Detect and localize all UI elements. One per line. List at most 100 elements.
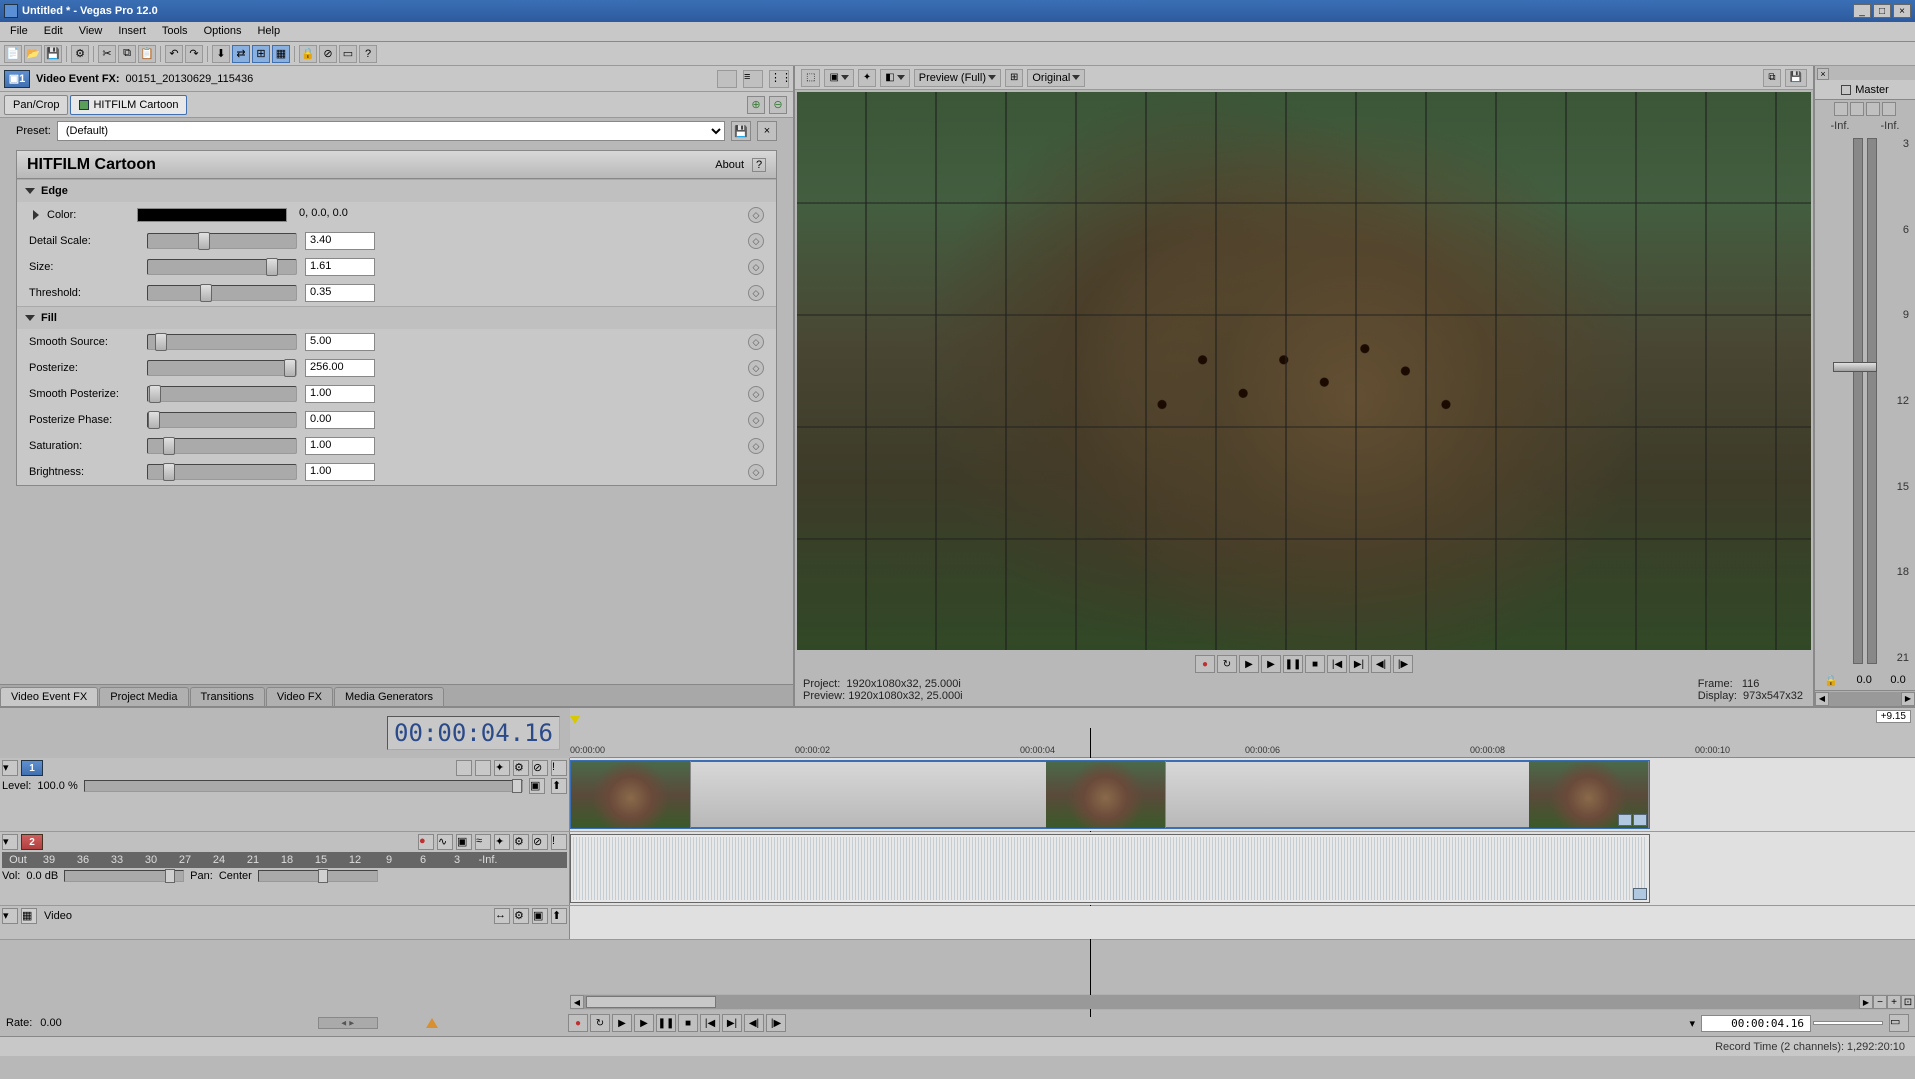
properties-button[interactable]: ⚙ (71, 45, 89, 63)
keyframe-icon[interactable]: ◇ (748, 386, 764, 402)
menu-view[interactable]: View (71, 22, 111, 41)
minimize-button[interactable]: _ (1853, 4, 1871, 18)
tab-media-generators[interactable]: Media Generators (334, 687, 444, 707)
track-3-lane[interactable] (570, 906, 1915, 939)
clip-fx-icon[interactable] (1633, 814, 1647, 826)
play-start-button[interactable]: ▶ (1239, 655, 1259, 673)
fx-bypass-button[interactable] (717, 70, 737, 88)
track-collapse-icon[interactable]: ▾ (2, 760, 18, 776)
track-2-header[interactable]: ▾ 2 ● ∿ ▣ ≈ ✦ ⚙ ⊘ ! Out 393633 302724 21… (0, 832, 570, 905)
keyframe-icon[interactable]: ◇ (748, 412, 764, 428)
track-bypass-button[interactable] (456, 760, 472, 776)
next-frame-button[interactable]: |▶ (1393, 655, 1413, 673)
timecode-input[interactable]: 00:00:04.16 (1701, 1015, 1811, 1032)
quantize-button[interactable]: ▦ (272, 45, 290, 63)
chain-pancrop[interactable]: Pan/Crop (4, 95, 68, 115)
chain-remove-button[interactable]: ⊖ (769, 96, 787, 114)
prev-frame-button[interactable]: ◀| (1371, 655, 1391, 673)
track-pan-slider[interactable] (258, 870, 378, 882)
preview-copy-button[interactable]: ⧉ (1763, 69, 1780, 87)
preview-split-button[interactable]: ◧ (880, 69, 909, 87)
play-button[interactable]: ▶ (1261, 655, 1281, 673)
tl-stop-button[interactable]: ■ (678, 1014, 698, 1032)
track-2-lane[interactable] (570, 832, 1915, 905)
track-parent-button[interactable]: ⬆ (551, 778, 567, 794)
master-scroll-right[interactable]: ▶ (1901, 692, 1915, 706)
keyframe-icon[interactable]: ◇ (748, 438, 764, 454)
video-clip-1[interactable] (570, 760, 1650, 829)
threshold-value[interactable]: 0.35 (305, 284, 375, 302)
open-button[interactable]: 📂 (24, 45, 42, 63)
keyframe-icon[interactable]: ◇ (748, 334, 764, 350)
timecode-in[interactable] (1813, 1021, 1883, 1025)
track-fx-button[interactable]: ✦ (494, 760, 510, 776)
menu-edit[interactable]: Edit (36, 22, 71, 41)
preset-save-button[interactable]: 💾 (731, 121, 751, 141)
track-vol-slider[interactable] (64, 870, 184, 882)
tl-next-frame-button[interactable]: |▶ (766, 1014, 786, 1032)
menu-file[interactable]: File (2, 22, 36, 41)
new-button[interactable]: 📄 (4, 45, 22, 63)
track-collapse-icon[interactable]: ▾ (2, 834, 18, 850)
keyframe-icon[interactable]: ◇ (748, 233, 764, 249)
masterulled-button[interactable] (1850, 102, 1864, 116)
lock-button[interactable]: 🔒 (299, 45, 317, 63)
plugin-about[interactable]: About (715, 159, 744, 171)
preview-quality-select[interactable]: Preview (Full) (914, 69, 1001, 87)
saturation-slider[interactable] (147, 438, 297, 454)
zoom-out-button[interactable]: − (1873, 995, 1887, 1009)
track-fx-button[interactable]: ▣ (456, 834, 472, 850)
cut-button[interactable]: ✂ (98, 45, 116, 63)
preview-original-select[interactable]: Original (1027, 69, 1085, 87)
keyframe-icon[interactable]: ◇ (748, 207, 764, 223)
section-fill-header[interactable]: Fill (17, 307, 776, 329)
expand-color-icon[interactable] (33, 210, 39, 220)
threshold-slider[interactable] (147, 285, 297, 301)
track-auto-button[interactable]: ⚙ (513, 760, 529, 776)
close-button[interactable]: × (1893, 4, 1911, 18)
tl-prev-frame-button[interactable]: ◀| (744, 1014, 764, 1032)
track-gear-button[interactable]: ⚙ (513, 834, 529, 850)
scroll-thumb[interactable] (586, 996, 716, 1008)
tl-loop-button[interactable]: ↻ (590, 1014, 610, 1032)
stop-button[interactable]: ■ (1305, 655, 1325, 673)
fx-track-badge[interactable]: ▣1 (4, 70, 30, 88)
track-3-header[interactable]: ▾ ▦ Video ↔ ⚙ ▣ ⬆ (0, 906, 570, 939)
tl-play-start-button[interactable]: ▶ (612, 1014, 632, 1032)
scrub-control[interactable] (318, 1017, 378, 1029)
plugin-help-button[interactable]: ? (752, 158, 766, 172)
loop-button[interactable]: ↻ (1217, 655, 1237, 673)
keyframe-icon[interactable]: ◇ (748, 464, 764, 480)
audio-clip-1[interactable] (570, 834, 1650, 903)
smoothpost-slider[interactable] (147, 386, 297, 402)
keyframe-icon[interactable]: ◇ (748, 259, 764, 275)
tab-video-fx[interactable]: Video FX (266, 687, 333, 707)
timeline-ruler[interactable]: +9.15 00:00:00 00:00:02 00:00:04 00:00:0… (570, 708, 1915, 758)
section-edge-header[interactable]: Edge (17, 180, 776, 202)
tab-transitions[interactable]: Transitions (190, 687, 265, 707)
track-collapse-icon[interactable]: ▾ (2, 908, 18, 924)
undo-button[interactable]: ↶ (165, 45, 183, 63)
scroll-track[interactable] (584, 995, 1859, 1009)
track-fx2-button[interactable]: ✦ (494, 834, 510, 850)
preview-ext-button[interactable]: ⬚ (801, 69, 820, 87)
zoom-in-button[interactable]: + (1887, 995, 1901, 1009)
tl-go-start-button[interactable]: |◀ (700, 1014, 720, 1032)
track-solo-button[interactable]: ! (551, 834, 567, 850)
menu-insert[interactable]: Insert (110, 22, 154, 41)
master-fx-button[interactable] (1834, 102, 1848, 116)
track-fx-button[interactable]: ⚙ (513, 908, 529, 924)
master-mute-button[interactable] (1866, 102, 1880, 116)
region-button[interactable]: ▭ (1889, 1014, 1909, 1032)
scroll-left-button[interactable]: ◀ (570, 995, 584, 1009)
track-invert-button[interactable]: ∿ (437, 834, 453, 850)
color-swatch[interactable] (137, 208, 287, 222)
master-fader[interactable] (1833, 362, 1877, 372)
record-button[interactable]: ● (1195, 655, 1215, 673)
timecode-display[interactable]: 00:00:04.16 (387, 716, 560, 750)
what-button[interactable]: ? (359, 45, 377, 63)
tl-record-button[interactable]: ● (568, 1014, 588, 1032)
go-end-button[interactable]: ▶| (1349, 655, 1369, 673)
track-mute-button[interactable]: ⊘ (532, 760, 548, 776)
postphase-slider[interactable] (147, 412, 297, 428)
